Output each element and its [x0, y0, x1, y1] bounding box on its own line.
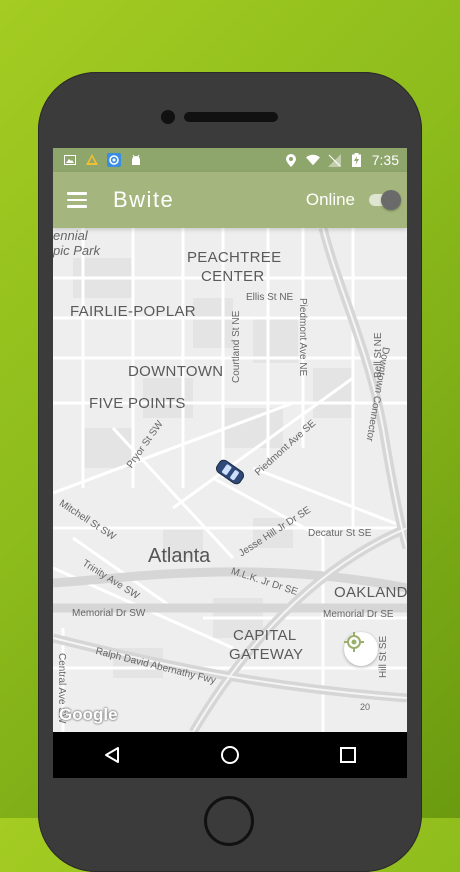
android-icon	[129, 153, 143, 167]
map-label-decatur: Decatur St SE	[308, 528, 372, 539]
map-label-five-points: FIVE POINTS	[89, 395, 186, 412]
map-label-peachtree-2: CENTER	[201, 268, 265, 285]
image-icon	[63, 153, 77, 167]
back-triangle-icon[interactable]	[92, 735, 132, 775]
hamburger-menu-icon[interactable]	[67, 188, 93, 212]
map-label-centennial-1: ennial	[53, 228, 88, 243]
online-label: Online	[305, 190, 355, 209]
map-label-memorial-sw: Memorial Dr SW	[72, 608, 146, 619]
online-toggle[interactable]	[367, 188, 401, 212]
recents-square-icon[interactable]	[328, 735, 368, 775]
my-location-button[interactable]	[344, 632, 378, 666]
toggle-thumb	[381, 190, 401, 210]
earpiece-speaker	[184, 112, 278, 122]
status-time: 7:35	[371, 152, 399, 168]
google-logo[interactable]: Google	[59, 705, 118, 725]
app-screen: 7:35 Bwite Online ennial pic Park PEACHT…	[53, 148, 407, 778]
map-label-oakland: OAKLAND	[334, 584, 407, 601]
map-view[interactable]: ennial pic Park PEACHTREE CENTER Ellis S…	[53, 228, 407, 732]
map-label-capital-2: GATEWAY	[229, 646, 304, 663]
wifi-icon	[305, 153, 320, 167]
map-label-fairlie-poplar: FAIRLIE-POPLAR	[70, 303, 196, 320]
map-label-ellis: Ellis St NE	[246, 292, 294, 303]
map-label-atlanta: Atlanta	[148, 545, 211, 567]
status-bar: 7:35	[53, 148, 407, 172]
navigation-app-icon	[85, 153, 99, 167]
map-label-memorial-se: Memorial Dr SE	[323, 609, 394, 620]
map-label-piedmont-ne: Piedmont Ave NE	[297, 298, 308, 377]
map-label-hill: Hill St SE	[378, 635, 389, 678]
map-label-capital-1: CAPITAL	[233, 627, 297, 644]
no-sim-icon	[328, 153, 342, 167]
app-title: Bwite	[113, 187, 175, 212]
settings-app-icon	[107, 153, 121, 167]
hardware-home-button[interactable]	[204, 796, 254, 846]
location-pin-icon	[284, 153, 298, 167]
battery-charging-icon	[350, 153, 364, 167]
home-circle-icon[interactable]	[210, 735, 250, 775]
map-label-downtown: DOWNTOWN	[128, 363, 224, 380]
system-nav-bar	[53, 732, 407, 778]
map-label-peachtree-1: PEACHTREE	[187, 249, 282, 266]
app-toolbar: Bwite Online	[53, 172, 407, 228]
map-label-centennial-2: pic Park	[53, 243, 100, 258]
map-label-route-20: 20	[360, 702, 371, 712]
front-camera	[161, 110, 175, 124]
map-label-courtland: Courtland St NE	[231, 310, 242, 383]
